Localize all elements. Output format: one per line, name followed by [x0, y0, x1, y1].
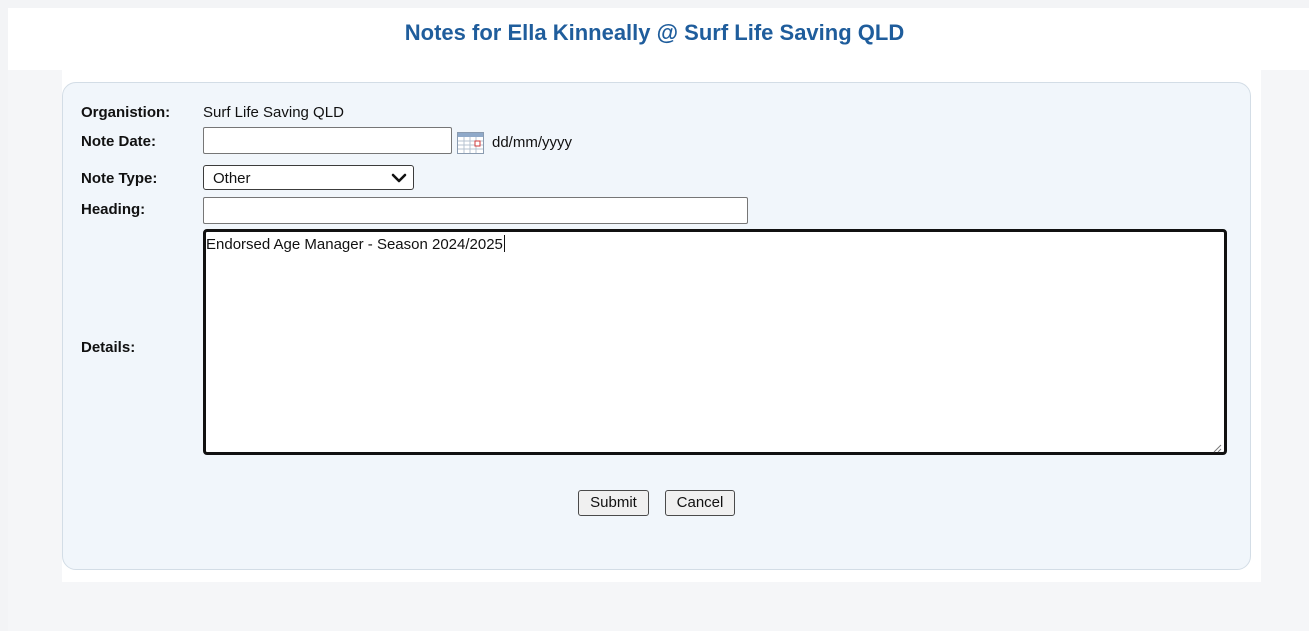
page-title: Notes for Ella Kinneally @ Surf Life Sav…	[404, 20, 905, 45]
note-date-label: Note Date:	[81, 133, 157, 150]
note-type-label: Note Type:	[81, 170, 158, 187]
details-label: Details:	[81, 339, 136, 356]
chevron-down-icon	[391, 170, 407, 186]
heading-label: Heading:	[81, 201, 146, 218]
resize-grip-icon[interactable]	[1212, 440, 1222, 453]
note-type-select[interactable]: Other	[203, 165, 414, 190]
calendar-icon[interactable]	[457, 132, 484, 154]
organisation-label: Organistion:	[81, 104, 171, 121]
organisation-value: Surf Life Saving QLD	[203, 104, 344, 121]
note-type-selected-value: Other	[213, 170, 251, 187]
date-format-hint: dd/mm/yyyy	[492, 134, 573, 151]
note-date-input[interactable]	[203, 127, 452, 154]
cancel-button[interactable]: Cancel	[665, 490, 735, 516]
text-caret	[503, 235, 505, 252]
details-textarea[interactable]: Endorsed Age Manager - Season 2024/2025	[203, 229, 1227, 455]
details-text: Endorsed Age Manager - Season 2024/2025	[206, 236, 503, 253]
submit-button[interactable]: Submit	[578, 490, 649, 516]
heading-input[interactable]	[203, 197, 748, 224]
